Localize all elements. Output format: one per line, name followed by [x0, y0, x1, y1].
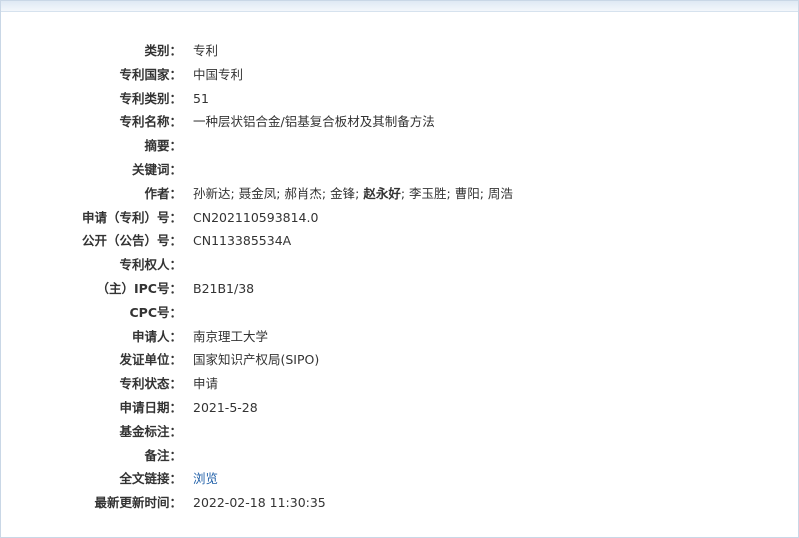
author-separator: ;: [446, 185, 455, 201]
row-updated: 最新更新时间： 2022-02-18 11:30:35: [1, 491, 798, 515]
country-value: 中国专利: [193, 66, 244, 82]
updated-label: 最新更新时间：: [94, 495, 182, 511]
patent-record: 类别： 专利 专利国家： 中国专利 专利类别： 51 专利名称： 一种层状铝合金…: [1, 39, 798, 515]
patentee-label: 专利权人：: [119, 257, 182, 273]
row-title: 专利名称： 一种层状铝合金/铝基复合板材及其制备方法: [1, 110, 798, 134]
row-applicant: 申请人： 南京理工大学: [1, 325, 798, 349]
row-fulltext: 全文链接： 浏览: [1, 467, 798, 491]
applicant-label: 申请人：: [131, 328, 182, 344]
fund-label: 基金标注：: [119, 423, 182, 439]
record-panel: 类别： 专利 专利国家： 中国专利 专利类别： 51 专利名称： 一种层状铝合金…: [0, 0, 799, 538]
row-abstract: 摘要：: [1, 134, 798, 158]
row-note: 备注：: [1, 444, 798, 468]
category-value: 专利: [193, 43, 219, 58]
country-label: 专利国家：: [119, 66, 182, 82]
row-patentee: 专利权人：: [1, 253, 798, 277]
cpc-label: CPC号：: [129, 304, 182, 320]
row-authors: 作者： 孙新达; 聂金凤; 郝肖杰; 金锋; 赵永好; 李玉胜; 曹阳; 周浩: [1, 182, 798, 206]
updated-value: 2022-02-18 11:30:35: [193, 495, 326, 511]
author-separator: ;: [400, 185, 410, 201]
fulltext-cell: 浏览: [193, 467, 218, 491]
keywords-label: 关键词：: [131, 161, 182, 177]
ipc-label: （主）IPC号：: [96, 280, 183, 296]
title-value: 一种层状铝合金/铝基复合板材及其制备方法: [193, 114, 435, 130]
title-label: 专利名称：: [119, 114, 182, 130]
author-name: 曹阳: [454, 185, 480, 201]
row-keywords: 关键词：: [1, 158, 798, 182]
author-name: 周浩: [487, 185, 513, 201]
status-value: 申请: [193, 376, 219, 392]
author-name: 金锋: [330, 185, 356, 201]
issuer-label: 发证单位：: [119, 352, 182, 368]
fulltext-browse-link[interactable]: 浏览: [193, 471, 218, 486]
application-no-label: 申请（专利）号：: [81, 209, 182, 225]
patent-type-label: 专利类别：: [119, 90, 182, 106]
author-separator: ;: [321, 185, 331, 201]
row-fund: 基金标注：: [1, 420, 798, 444]
note-label: 备注：: [144, 447, 182, 463]
applicant-value: 南京理工大学: [193, 328, 269, 344]
category-label: 类别：: [144, 43, 182, 58]
author-separator: ;: [230, 185, 239, 201]
author-name: 李玉胜: [409, 185, 447, 201]
publication-no-value: CN113385534A: [193, 233, 292, 249]
author-name: 郝肖杰: [284, 185, 322, 201]
ipc-value: B21B1/38: [193, 280, 255, 296]
author-name: 聂金凤: [238, 185, 277, 201]
abstract-label: 摘要：: [144, 138, 182, 154]
status-label: 专利状态：: [119, 376, 182, 392]
row-cpc: CPC号：: [1, 301, 798, 325]
panel-top-band: [1, 1, 798, 12]
fulltext-label: 全文链接：: [119, 471, 182, 487]
authors-label: 作者：: [144, 185, 182, 201]
row-application-no: 申请（专利）号： CN202110593814.0: [1, 206, 798, 230]
application-no-value: CN202110593814.0: [193, 209, 319, 225]
row-application-date: 申请日期： 2021-5-28: [1, 396, 798, 420]
application-date-label: 申请日期：: [119, 399, 182, 415]
issuer-value: 国家知识产权局(SIPO): [193, 352, 320, 368]
row-category: 类别： 专利: [1, 39, 798, 63]
row-issuer: 发证单位： 国家知识产权局(SIPO): [1, 348, 798, 372]
row-status: 专利状态： 申请: [1, 372, 798, 396]
row-publication-no: 公开（公告）号： CN113385534A: [1, 229, 798, 253]
row-country: 专利国家： 中国专利: [1, 63, 798, 87]
application-date-value: 2021-5-28: [193, 399, 258, 415]
author-name: 孙新达: [193, 185, 231, 201]
row-ipc: （主）IPC号： B21B1/38: [1, 277, 798, 301]
author-separator: ;: [479, 185, 488, 201]
author-name: 赵永好: [363, 185, 401, 201]
patent-type-value: 51: [193, 90, 209, 106]
publication-no-label: 公开（公告）号：: [81, 233, 182, 249]
row-patent-type: 专利类别： 51: [1, 87, 798, 111]
authors-list: 孙新达; 聂金凤; 郝肖杰; 金锋; 赵永好; 李玉胜; 曹阳; 周浩: [193, 182, 513, 206]
